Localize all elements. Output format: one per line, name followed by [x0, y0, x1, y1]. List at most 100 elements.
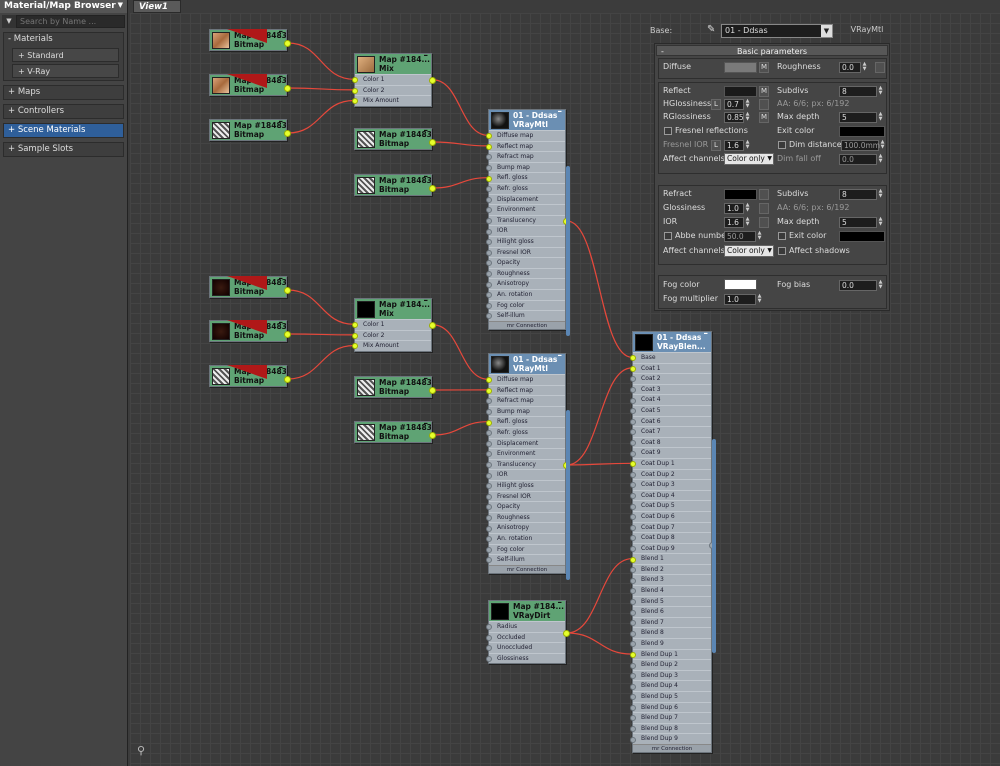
- minimize-icon[interactable]: –: [558, 110, 563, 117]
- input-socket[interactable]: [486, 557, 492, 564]
- input-socket[interactable]: [630, 514, 636, 521]
- input-slot[interactable]: Coat Dup 5: [630, 500, 711, 511]
- output-socket[interactable]: [563, 630, 570, 637]
- input-socket[interactable]: [352, 343, 358, 350]
- input-socket[interactable]: [486, 624, 492, 631]
- input-socket[interactable]: [630, 715, 636, 722]
- input-socket[interactable]: [630, 662, 636, 669]
- output-socket[interactable]: [284, 85, 291, 92]
- input-slot[interactable]: Anisotropy: [486, 522, 565, 533]
- input-slot[interactable]: Diffuse map: [486, 374, 565, 385]
- group-sample-slots-header[interactable]: + Sample Slots: [4, 143, 123, 156]
- output-socket[interactable]: [429, 185, 436, 192]
- refract-glossiness-spinner[interactable]: 1.0 ▲ ▼: [724, 203, 749, 214]
- refract-subdivs-spinner[interactable]: 8 ▲ ▼: [839, 189, 882, 200]
- group-controllers-header[interactable]: + Controllers: [4, 105, 123, 118]
- input-slot[interactable]: Fresnel IOR: [486, 246, 565, 258]
- output-socket[interactable]: [284, 331, 291, 338]
- input-slot[interactable]: Fog color: [486, 299, 565, 311]
- input-socket[interactable]: [630, 545, 636, 552]
- node-blend[interactable]: 01 - Ddsas VRayBlen... – Base Coat 1 Coat 2 Co…: [630, 331, 712, 753]
- input-slot[interactable]: Refr. gloss: [486, 182, 565, 194]
- input-slot[interactable]: Blend Dup 9: [630, 733, 711, 744]
- input-slot[interactable]: Blend Dup 1: [630, 648, 711, 660]
- input-socket[interactable]: [486, 281, 492, 288]
- input-slot[interactable]: Color 1: [352, 319, 431, 330]
- input-socket[interactable]: [486, 645, 492, 652]
- input-socket[interactable]: [486, 409, 492, 416]
- output-socket[interactable]: [284, 130, 291, 137]
- ior-spinner[interactable]: 1.6 ▲ ▼: [724, 217, 749, 228]
- refract-exit-color-checkbox[interactable]: [778, 232, 786, 240]
- minimize-icon[interactable]: –: [558, 601, 563, 608]
- material-type-button[interactable]: VRayMtl: [840, 25, 894, 34]
- input-socket[interactable]: [352, 87, 358, 94]
- input-slot[interactable]: Coat 2: [630, 373, 711, 384]
- input-slot[interactable]: Coat Dup 2: [630, 468, 711, 480]
- input-slot[interactable]: Coat 1: [630, 362, 711, 374]
- minimize-icon[interactable]: –: [424, 422, 429, 429]
- input-slot[interactable]: Displacement: [486, 437, 565, 449]
- input-slot[interactable]: Coat 9: [630, 447, 711, 458]
- output-socket[interactable]: [284, 40, 291, 47]
- output-socket[interactable]: [284, 287, 291, 294]
- dim-distance-spinner[interactable]: 100.0mm ▲ ▼: [841, 140, 884, 151]
- minimize-icon[interactable]: –: [424, 299, 429, 306]
- input-slot[interactable]: Blend Dup 3: [630, 669, 711, 681]
- input-slot[interactable]: Base: [630, 352, 711, 363]
- node-header[interactable]: Map #184830...Bitmap –: [355, 175, 431, 195]
- input-slot[interactable]: Coat Dup 6: [630, 510, 711, 522]
- input-socket[interactable]: [630, 567, 636, 574]
- rollout-header[interactable]: - Basic parameters: [656, 45, 888, 56]
- input-slot[interactable]: Environment: [486, 448, 565, 459]
- input-socket[interactable]: [486, 419, 492, 426]
- input-slot[interactable]: Coat Dup 1: [630, 457, 711, 469]
- node-bmp10[interactable]: Map #184830...Bitmap –: [354, 421, 432, 443]
- input-socket[interactable]: [486, 175, 492, 182]
- input-slot[interactable]: Blend 3: [630, 574, 711, 585]
- node-header[interactable]: 01 - Ddsas VRayMtl –: [489, 354, 565, 374]
- input-slot[interactable]: Color 1: [352, 74, 431, 85]
- input-slot[interactable]: Refl. gloss: [486, 416, 565, 427]
- input-socket[interactable]: [486, 143, 492, 150]
- affect-shadows-checkbox[interactable]: [778, 247, 786, 255]
- material-name-dropdown[interactable]: 01 - Ddsas ▼: [721, 24, 833, 38]
- mr-connection-slot[interactable]: mr Connection: [489, 320, 565, 329]
- minimize-icon[interactable]: –: [424, 129, 429, 136]
- input-slot[interactable]: Refract map: [486, 151, 565, 162]
- input-socket[interactable]: [630, 736, 636, 743]
- node-header[interactable]: 01 - Ddsas VRayBlen... –: [633, 332, 711, 352]
- node-header[interactable]: 01 - Ddsas VRayMtl –: [489, 110, 565, 130]
- input-slot[interactable]: Diffuse map: [486, 130, 565, 141]
- input-socket[interactable]: [630, 355, 636, 362]
- input-socket[interactable]: [630, 387, 636, 394]
- input-socket[interactable]: [630, 704, 636, 711]
- input-socket[interactable]: [486, 493, 492, 500]
- hglossiness-spinner[interactable]: 0.7 ▲ ▼: [724, 99, 749, 110]
- input-slot[interactable]: Color 2: [352, 329, 431, 341]
- input-socket[interactable]: [486, 634, 492, 641]
- input-socket[interactable]: [486, 196, 492, 203]
- abbe-spinner[interactable]: 50.0 ▲ ▼: [724, 231, 761, 242]
- input-slot[interactable]: Coat 5: [630, 404, 711, 416]
- search-input[interactable]: [16, 14, 125, 28]
- input-socket[interactable]: [486, 525, 492, 532]
- input-socket[interactable]: [630, 598, 636, 605]
- input-slot[interactable]: Radius: [486, 621, 565, 632]
- input-socket[interactable]: [630, 641, 636, 648]
- input-slot[interactable]: IOR: [486, 225, 565, 236]
- group-scene-materials-header[interactable]: + Scene Materials: [4, 124, 123, 137]
- input-socket[interactable]: [486, 302, 492, 309]
- output-socket[interactable]: [284, 376, 291, 383]
- input-slot[interactable]: An. rotation: [486, 532, 565, 544]
- input-socket[interactable]: [630, 461, 636, 468]
- input-slot[interactable]: Coat Dup 7: [630, 521, 711, 533]
- input-slot[interactable]: Blend 8: [630, 627, 711, 638]
- input-socket[interactable]: [630, 673, 636, 680]
- chevron-down-icon[interactable]: ▼: [118, 1, 123, 9]
- node-mix1[interactable]: Map #184... Mix – Color 1 Color 2 Mix Amount: [352, 53, 432, 107]
- dim-falloff-spinner[interactable]: 0.0 ▲ ▼: [839, 154, 882, 165]
- ior-map-button[interactable]: [759, 217, 769, 228]
- fresnel-checkbox[interactable]: [664, 127, 672, 135]
- output-socket[interactable]: [429, 387, 436, 394]
